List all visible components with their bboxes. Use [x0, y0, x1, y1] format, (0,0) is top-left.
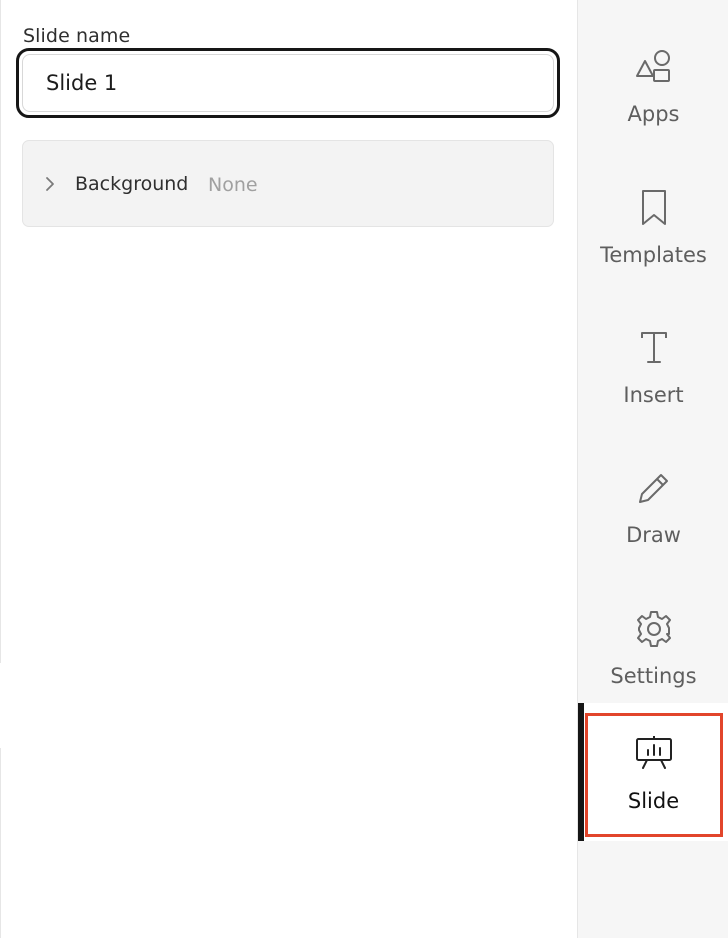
- sidebar-nav: Apps Templates Insert Draw Settings Slid…: [577, 0, 728, 938]
- sidebar-item-label: Draw: [626, 523, 681, 547]
- sidebar-item-label: Insert: [623, 383, 684, 407]
- sidebar-item-templates[interactable]: Templates: [578, 158, 728, 282]
- pencil-icon: [639, 474, 668, 503]
- gear-icon: [637, 611, 671, 647]
- bookmark-icon: [642, 190, 666, 225]
- sidebar-item-insert[interactable]: Insert: [578, 298, 728, 422]
- chevron-right-icon: [46, 177, 54, 191]
- sidebar-item-draw[interactable]: Draw: [578, 438, 728, 562]
- apps-shapes-icon: [636, 50, 670, 82]
- slide-name-field: [16, 48, 560, 118]
- background-section-toggle[interactable]: Background None: [22, 140, 554, 227]
- presentation-chart-icon: [636, 736, 672, 769]
- slide-properties-panel: Slide name Background None: [0, 0, 577, 938]
- active-indicator: [578, 703, 584, 841]
- panel-divider: [0, 0, 1, 663]
- background-label: Background: [75, 173, 189, 195]
- sidebar-item-label: Settings: [610, 664, 697, 688]
- slide-name-input[interactable]: [22, 54, 554, 112]
- sidebar-item-label: Apps: [627, 102, 680, 126]
- sidebar-item-settings[interactable]: Settings: [578, 579, 728, 703]
- panel-divider: [0, 748, 1, 938]
- slide-name-label: Slide name: [23, 25, 131, 47]
- app-root: Slide name Background None Apps T: [0, 0, 728, 938]
- text-insert-icon: [641, 332, 667, 363]
- sidebar-item-apps[interactable]: Apps: [578, 17, 728, 141]
- sidebar-item-label: Slide: [627, 789, 680, 813]
- sidebar-item-label: Templates: [600, 243, 707, 267]
- sidebar-item-slide[interactable]: Slide: [578, 703, 728, 841]
- background-value: None: [208, 174, 258, 196]
- selection-highlight: [585, 713, 723, 837]
